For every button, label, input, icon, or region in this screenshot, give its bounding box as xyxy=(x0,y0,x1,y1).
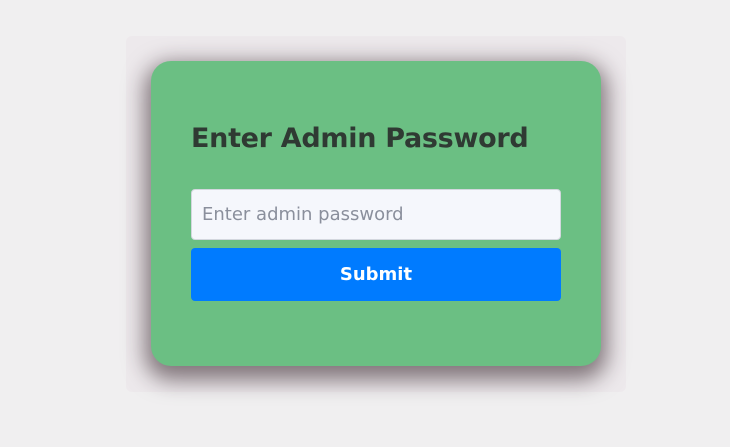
admin-password-card: Enter Admin Password Submit xyxy=(151,61,601,366)
admin-password-input[interactable] xyxy=(191,189,561,240)
submit-button[interactable]: Submit xyxy=(191,248,561,301)
page: Enter Admin Password Submit xyxy=(0,0,730,447)
page-title: Enter Admin Password xyxy=(191,123,529,154)
